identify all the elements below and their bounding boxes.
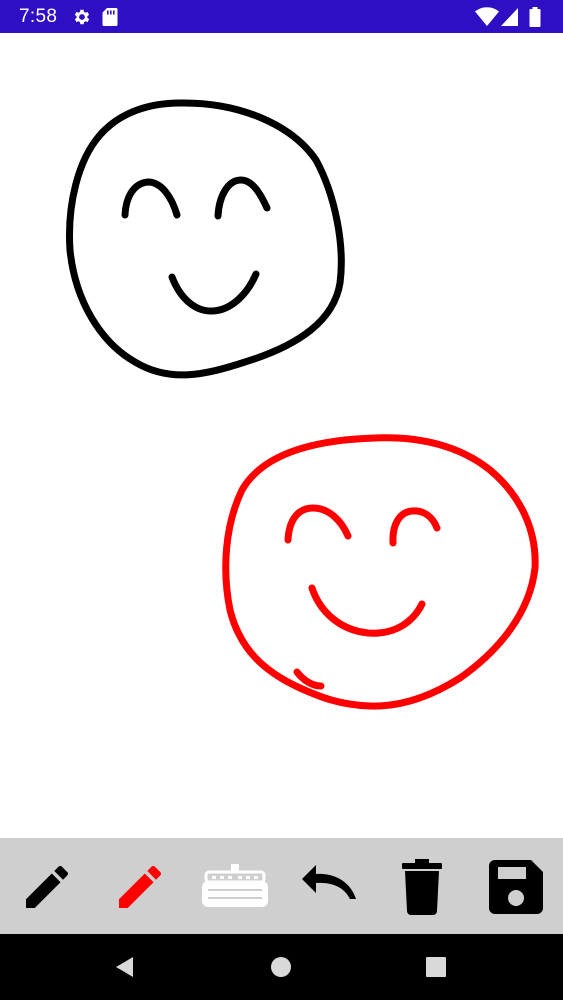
black-mouth bbox=[168, 270, 260, 315]
nav-recents-button[interactable] bbox=[421, 952, 451, 982]
pencil-icon bbox=[26, 865, 69, 908]
wifi-icon bbox=[475, 7, 499, 26]
status-right-icons bbox=[475, 7, 545, 27]
recents-icon bbox=[426, 957, 446, 977]
paint-app-screen: 7:58 bbox=[0, 0, 563, 1000]
trash-icon bbox=[402, 859, 442, 915]
sd-card-icon bbox=[102, 8, 118, 26]
battery-icon bbox=[529, 7, 541, 27]
black-right-eye bbox=[214, 176, 271, 220]
black-left-eye bbox=[121, 178, 181, 219]
black-smiley-drawing bbox=[66, 99, 345, 379]
nav-home-button[interactable] bbox=[266, 952, 296, 982]
drawing-canvas[interactable] bbox=[0, 33, 563, 838]
status-time: 7:58 bbox=[19, 6, 58, 27]
undo-icon bbox=[302, 865, 356, 899]
red-mouth bbox=[308, 584, 426, 637]
floppy-disk-icon bbox=[489, 860, 543, 914]
red-face-outline bbox=[222, 434, 539, 710]
red-right-eye bbox=[389, 507, 441, 547]
drawing-toolbar bbox=[0, 838, 563, 934]
red-stroke-mark bbox=[293, 668, 325, 690]
settings-gear-icon bbox=[74, 9, 90, 25]
black-face-outline bbox=[66, 99, 345, 379]
undo-button[interactable] bbox=[296, 855, 360, 919]
pencil-icon bbox=[119, 865, 162, 908]
nav-back-button[interactable] bbox=[110, 952, 140, 982]
red-left-eye bbox=[284, 504, 352, 544]
home-icon bbox=[271, 957, 291, 977]
red-pencil-button[interactable] bbox=[108, 855, 172, 919]
drawing-layer bbox=[66, 99, 539, 710]
save-button[interactable] bbox=[484, 855, 548, 919]
paint-palette-icon bbox=[202, 864, 268, 907]
status-bar: 7:58 bbox=[0, 0, 563, 33]
back-icon bbox=[116, 957, 133, 977]
cellular-signal-icon bbox=[501, 8, 518, 26]
color-palette-button[interactable] bbox=[200, 855, 270, 919]
black-pencil-button[interactable] bbox=[15, 855, 79, 919]
delete-button[interactable] bbox=[390, 855, 454, 919]
system-navigation-bar bbox=[0, 934, 563, 1000]
red-smiley-drawing bbox=[222, 434, 539, 710]
